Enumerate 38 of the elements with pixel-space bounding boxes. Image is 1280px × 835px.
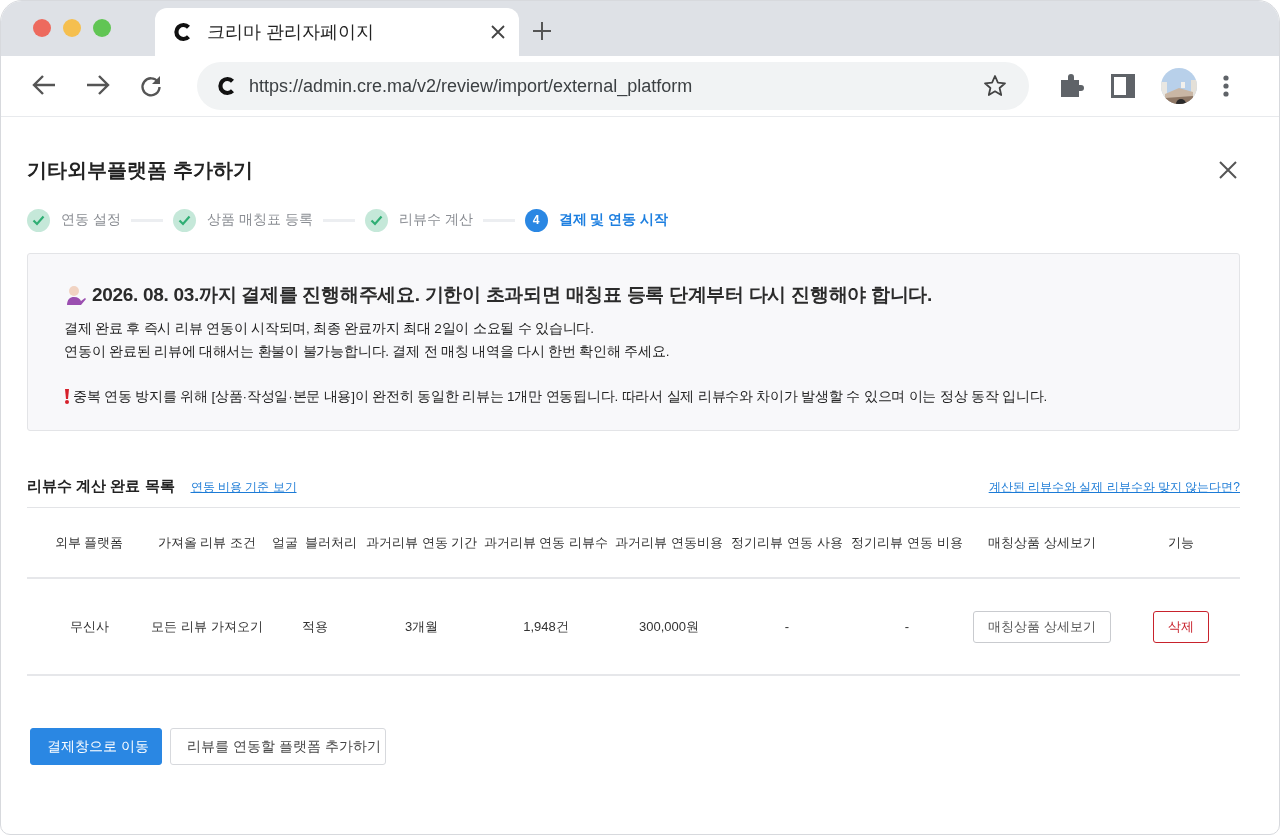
column-header: 정기리뷰 연동 비용 [851, 533, 963, 552]
add-platform-button[interactable]: 리뷰를 연동할 플랫폼 추가하기 [170, 728, 386, 765]
column-header: 외부 플랫폼 [53, 533, 125, 552]
column-header: 과거리뷰 연동 기간 [366, 533, 477, 552]
matched-products-button[interactable]: 매칭상품 상세보기 [973, 610, 1111, 643]
table-cell-text: 3개월 [403, 617, 440, 636]
step-label: 연동 설정 [61, 211, 121, 229]
section-title: 리뷰수 계산 완료 목록 [27, 477, 175, 496]
step-label: 리뷰수 계산 [398, 211, 473, 229]
table-cell-text: 300,000원 [638, 617, 700, 636]
column-header: 얼굴 블러처리 [270, 533, 359, 552]
step-label: 결제 및 연동 시작 [558, 211, 669, 229]
dialog-title: 기타외부플랫폼 추가하기 [27, 157, 253, 183]
notice-text: 결제 완료 후 즉시 리뷰 연동이 시작되며, 최종 완료까지 최대 2일이 소요될 수 있습니다. [64, 320, 595, 338]
table-cell-text: 적용 [300, 617, 329, 636]
column-header: 과거리뷰 연동 리뷰수 [482, 533, 610, 552]
help-link[interactable]: 계산된 리뷰수와 실제 리뷰수와 맞지 않는다면? [988, 479, 1240, 496]
cost-criteria-link[interactable]: 연동 비용 기준 보기 [190, 479, 297, 496]
address-bar[interactable]: https://admin.cre.ma/v2/review/import/external_platform [197, 62, 1029, 110]
column-header: 과거리뷰 연동비용 [615, 533, 723, 552]
column-header: 기능 [1167, 533, 1195, 552]
payment-button[interactable]: 결제창으로 이동 [30, 728, 162, 765]
delete-button[interactable]: 삭제 [1153, 610, 1209, 643]
column-header: 가져올 리뷰 조건 [156, 533, 258, 552]
column-header: 매칭상품 상세보기 [987, 533, 1097, 552]
step-label: 상품 매칭표 등록 [206, 211, 313, 229]
table-cell-text: 1,948건 [522, 617, 570, 636]
table-cell-text: 무신사 [68, 617, 110, 636]
table-cell-text: - [783, 619, 791, 634]
table-cell-text: - [903, 619, 911, 634]
notice-text: 연동이 완료된 리뷰에 대해서는 환불이 불가능합니다. 결제 전 매칭 내역을 다시 한번 확인해 주세요. [64, 343, 671, 361]
step-number: 4 [524, 208, 548, 232]
browser-tab[interactable]: 크리마 관리자페이지 [155, 8, 519, 56]
column-header: 정기리뷰 연동 사용 [730, 533, 844, 552]
tab-title: 크리마 관리자페이지 [207, 21, 375, 44]
warning-text: 중복 연동 방지를 위해 [상품·작성일·본문 내용]이 완전히 동일한 리뷰는 1개만 연동됩니다. 따라서 실제 리뷰수와 차이가 발생할 수 있으며 이는 정상 동작 입니다. [73, 388, 1048, 406]
table-cell: 모든 리뷰 가져오기 [151, 617, 263, 636]
notice-heading: 2026. 08. 03.까지 결제를 진행해주세요. 기한이 초과되면 매칭표 등록 단계부터 다시 진행해야 합니다. [92, 283, 932, 307]
